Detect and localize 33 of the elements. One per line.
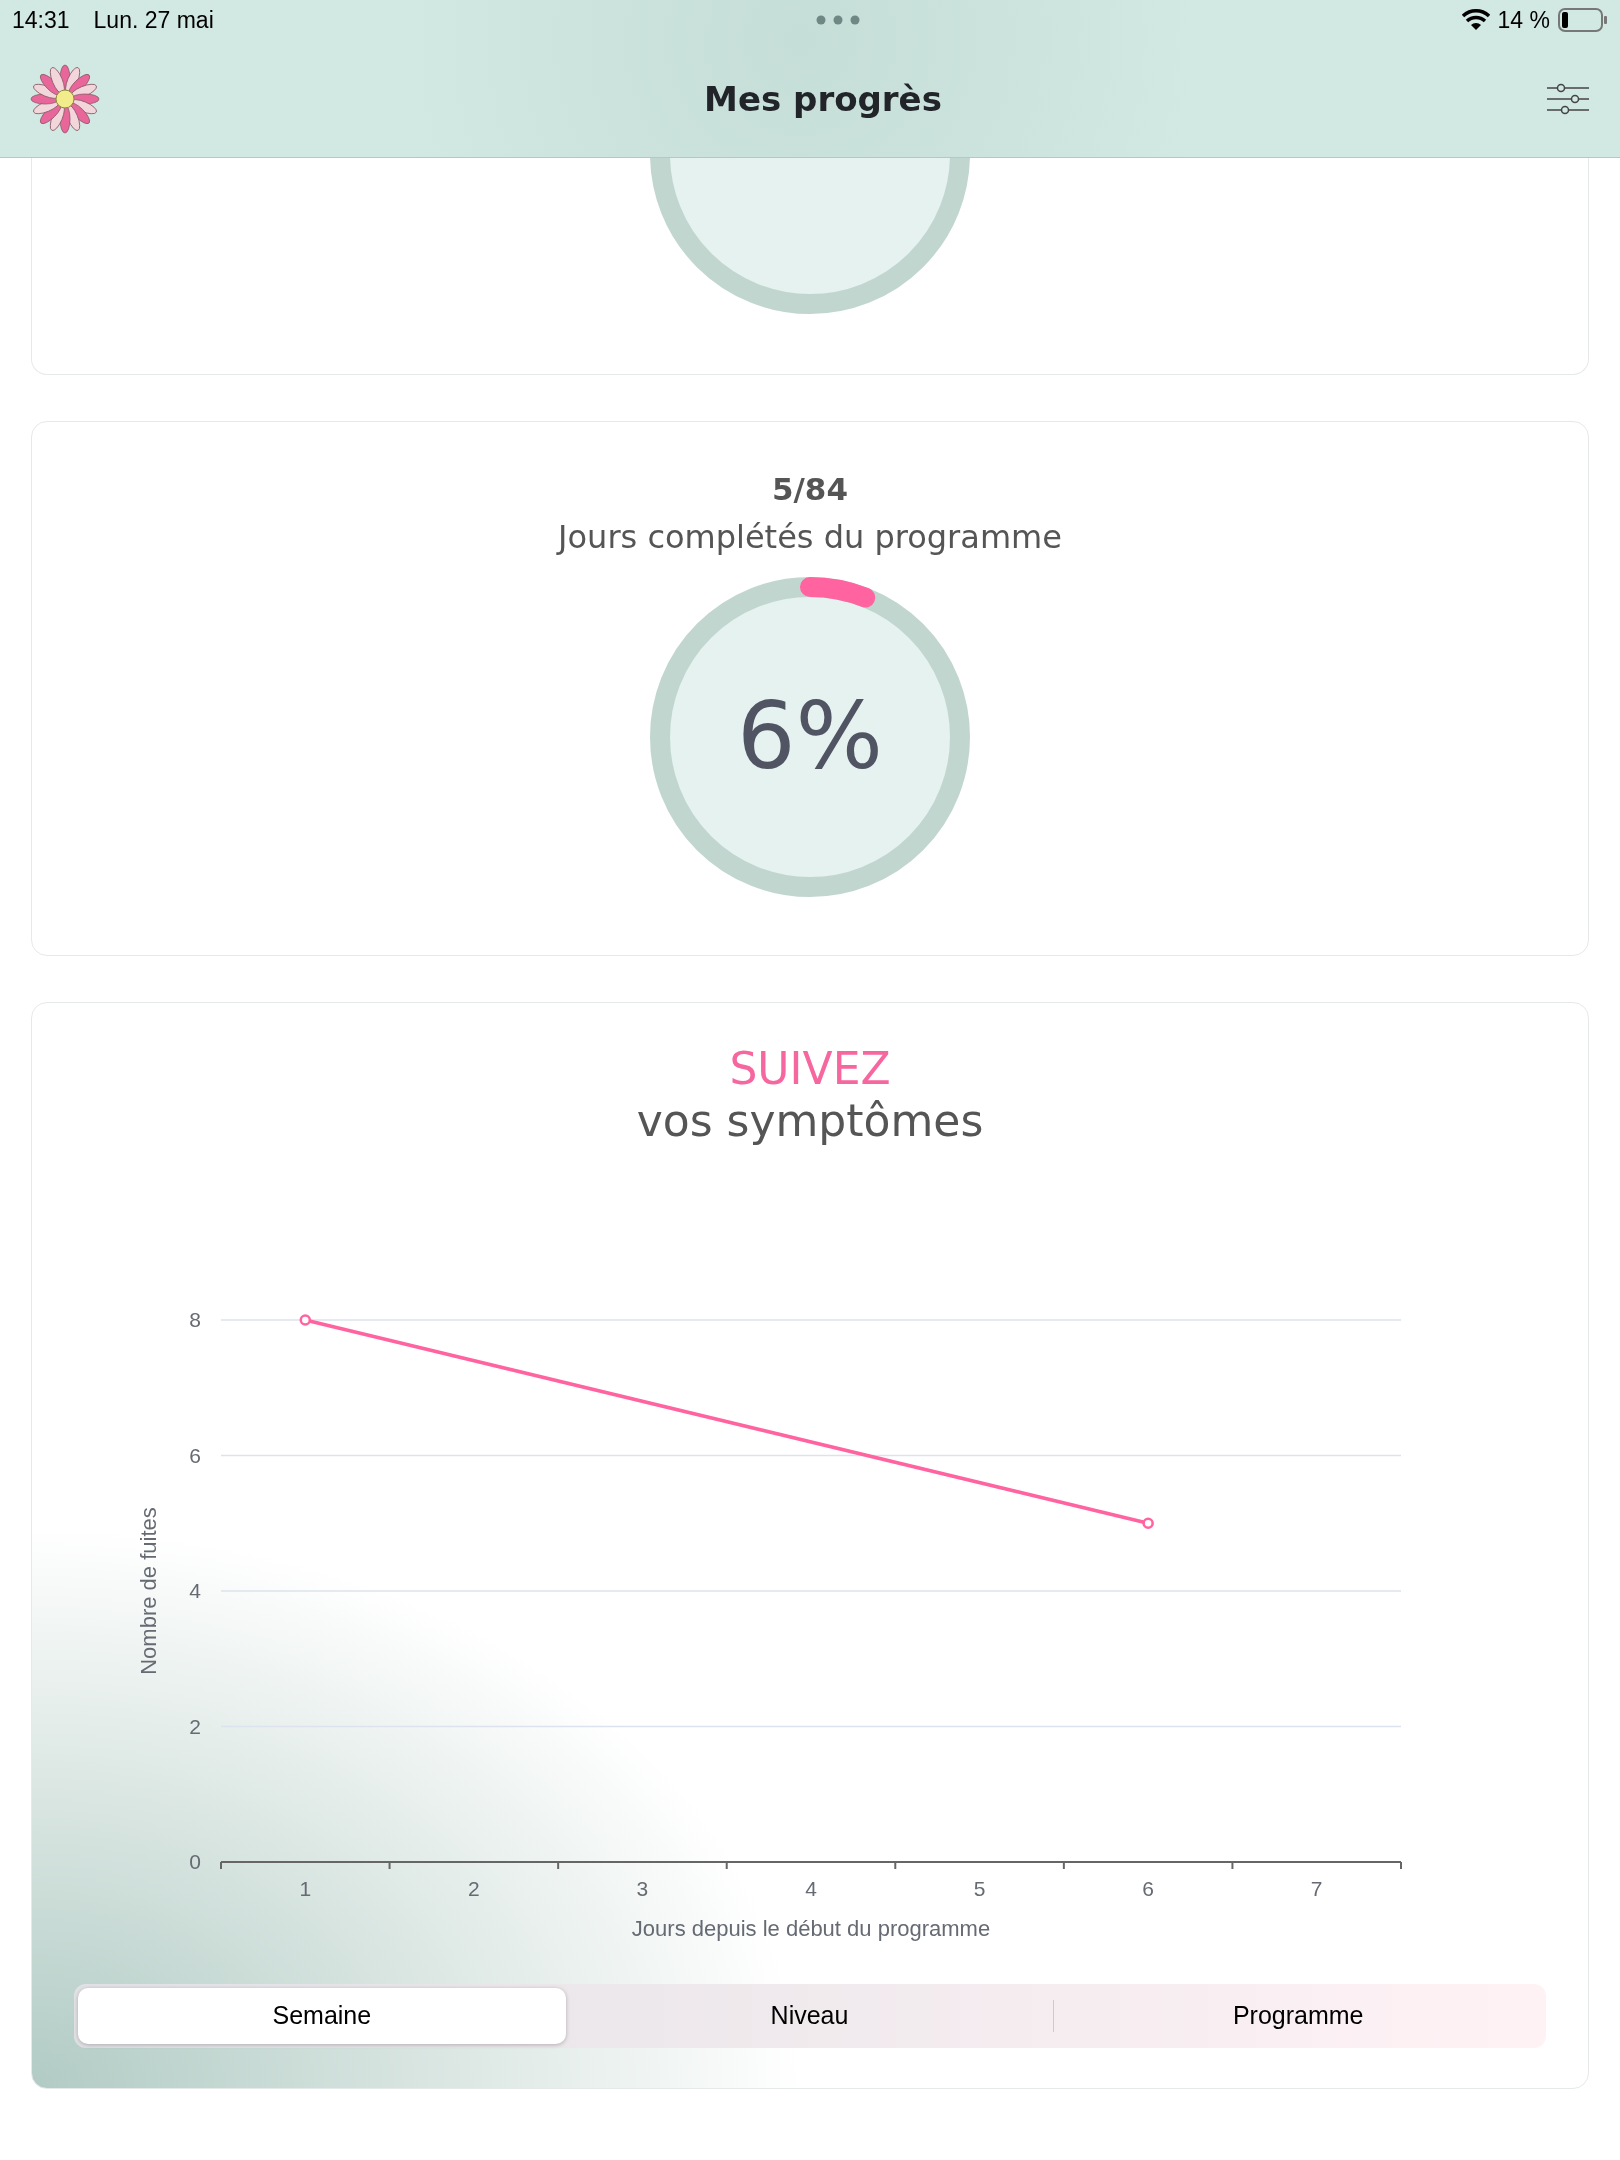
progress-count: 5/84 [771,470,848,509]
percent-value: 6% [737,681,883,792]
x-tick-label: 5 [973,1877,986,1901]
segment-tab[interactable]: Niveau [565,1988,1054,2045]
x-tick-label: 6 [1142,1877,1154,1901]
x-tick-label: 1 [299,1877,312,1901]
battery-icon [1558,8,1608,32]
data-point [299,1314,312,1326]
y-axis-title: Nombre de fuites [136,1507,161,1675]
x-tick-label: 2 [468,1877,480,1901]
y-tick-label: 0 [189,1850,201,1874]
status-time: 14:31 [12,5,70,35]
battery-percent: 14 % [1497,5,1550,35]
data-point [1142,1517,1154,1530]
x-axis-title: Jours depuis le début du programme [631,1916,991,1942]
segment-tab[interactable]: Programme [1054,1988,1542,2045]
progress-caption: Jours complétés du programme [558,516,1062,558]
filter-icon[interactable] [1546,83,1590,115]
x-tick-label: 7 [1310,1877,1323,1901]
x-tick-label: 4 [805,1877,817,1901]
dots-icon [815,15,860,25]
x-tick-label: 3 [636,1877,649,1901]
y-tick-label: 6 [189,1443,201,1467]
wifi-icon [1461,9,1490,31]
segment-tab[interactable]: Semaine [78,1988,566,2045]
flower-logo [30,64,100,134]
y-tick-label: 2 [189,1714,201,1738]
y-tick-label: 4 [189,1579,201,1603]
section-title: SUIVEZ [728,1042,892,1096]
status-date: Lun. 27 mai [93,5,214,35]
page-title: Mes progrès [704,77,942,121]
y-tick-label: 8 [189,1308,201,1332]
section-subtitle: vos symptômes [635,1095,985,1149]
